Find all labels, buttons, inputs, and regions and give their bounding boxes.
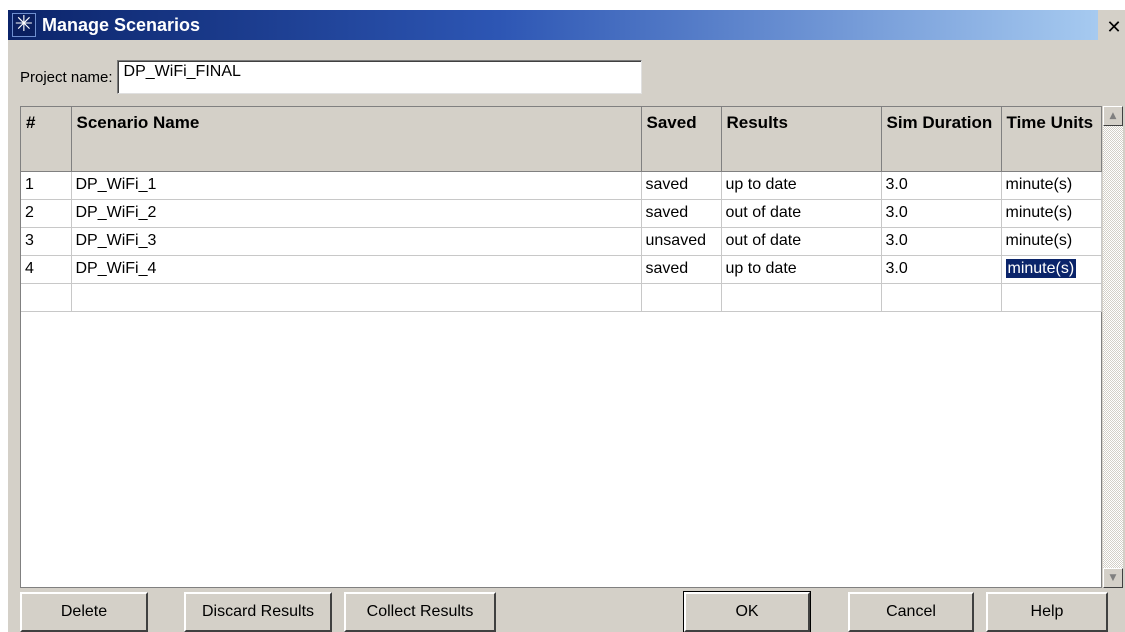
title-bar[interactable]: ✳ Manage Scenarios [8, 10, 1098, 40]
empty-cell[interactable] [21, 283, 72, 312]
table-row[interactable]: 4 DP_WiFi_4 saved up to date 3.0 minute(… [21, 255, 1102, 284]
column-header-scenario-name[interactable]: Scenario Name [71, 107, 642, 172]
delete-button[interactable]: Delete [20, 592, 148, 632]
results-cell[interactable]: up to date [721, 255, 882, 284]
help-button[interactable]: Help [986, 592, 1108, 632]
manage-scenarios-dialog: ✳ Manage Scenarios ✕ Project name: DP_Wi… [8, 10, 1125, 632]
saved-cell[interactable]: saved [641, 255, 722, 284]
empty-cell[interactable] [881, 283, 1002, 312]
time-units-cell[interactable]: minute(s) [1001, 199, 1102, 228]
saved-cell[interactable]: unsaved [641, 227, 722, 256]
discard-results-button[interactable]: Discard Results [184, 592, 332, 632]
column-header-number[interactable]: # [21, 107, 72, 172]
table-row[interactable]: 1 DP_WiFi_1 saved up to date 3.0 minute(… [21, 171, 1102, 200]
asterisk-icon: ✳ [12, 13, 36, 37]
scenario-name-cell[interactable]: DP_WiFi_4 [71, 255, 642, 284]
close-button[interactable]: ✕ [1103, 16, 1125, 38]
saved-cell[interactable]: saved [641, 171, 722, 200]
selected-cell-value[interactable]: minute(s) [1004, 258, 1078, 279]
time-units-cell[interactable]: minute(s) [1001, 171, 1102, 200]
scenario-name-cell[interactable]: DP_WiFi_1 [71, 171, 642, 200]
vertical-scrollbar[interactable]: ▲ ▼ [1103, 106, 1123, 588]
empty-cell[interactable] [71, 283, 642, 312]
window-title: Manage Scenarios [42, 14, 201, 35]
saved-cell[interactable]: saved [641, 199, 722, 228]
sim-duration-cell[interactable]: 3.0 [881, 199, 1002, 228]
sim-duration-cell[interactable]: 3.0 [881, 227, 1002, 256]
scenarios-table-container: # Scenario Name Saved Results Sim Durati… [20, 106, 1102, 588]
project-name-field[interactable]: DP_WiFi_FINAL [116, 60, 642, 94]
sim-duration-cell[interactable]: 3.0 [881, 255, 1002, 284]
collect-results-button[interactable]: Collect Results [344, 592, 496, 632]
column-header-saved[interactable]: Saved [641, 107, 722, 172]
column-header-time-units[interactable]: Time Units [1001, 107, 1102, 172]
row-number-cell[interactable]: 3 [21, 227, 72, 256]
time-units-cell-selected[interactable]: minute(s) [1001, 255, 1102, 284]
column-header-results[interactable]: Results [721, 107, 882, 172]
table-row[interactable]: 3 DP_WiFi_3 unsaved out of date 3.0 minu… [21, 227, 1102, 256]
row-number-cell[interactable]: 4 [21, 255, 72, 284]
project-name-row: Project name: DP_WiFi_FINAL [20, 60, 642, 94]
project-name-label: Project name: [20, 68, 113, 86]
row-number-cell[interactable]: 1 [21, 171, 72, 200]
time-units-cell[interactable]: minute(s) [1001, 227, 1102, 256]
empty-cell[interactable] [1001, 283, 1102, 312]
results-cell[interactable]: out of date [721, 227, 882, 256]
empty-new-row[interactable] [21, 283, 1102, 312]
scenario-name-cell[interactable]: DP_WiFi_3 [71, 227, 642, 256]
results-cell[interactable]: up to date [721, 171, 882, 200]
cancel-button[interactable]: Cancel [848, 592, 974, 632]
scenario-name-cell[interactable]: DP_WiFi_2 [71, 199, 642, 228]
table-row[interactable]: 2 DP_WiFi_2 saved out of date 3.0 minute… [21, 199, 1102, 228]
scenarios-table: # Scenario Name Saved Results Sim Durati… [21, 107, 1102, 312]
sim-duration-cell[interactable]: 3.0 [881, 171, 1002, 200]
scroll-down-icon[interactable]: ▼ [1103, 568, 1123, 588]
empty-cell[interactable] [721, 283, 882, 312]
ok-button[interactable]: OK [683, 591, 811, 632]
scroll-up-icon[interactable]: ▲ [1103, 106, 1123, 126]
empty-cell[interactable] [641, 283, 722, 312]
row-number-cell[interactable]: 2 [21, 199, 72, 228]
table-header-row: # Scenario Name Saved Results Sim Durati… [21, 107, 1102, 172]
column-header-sim-duration[interactable]: Sim Duration [881, 107, 1002, 172]
results-cell[interactable]: out of date [721, 199, 882, 228]
